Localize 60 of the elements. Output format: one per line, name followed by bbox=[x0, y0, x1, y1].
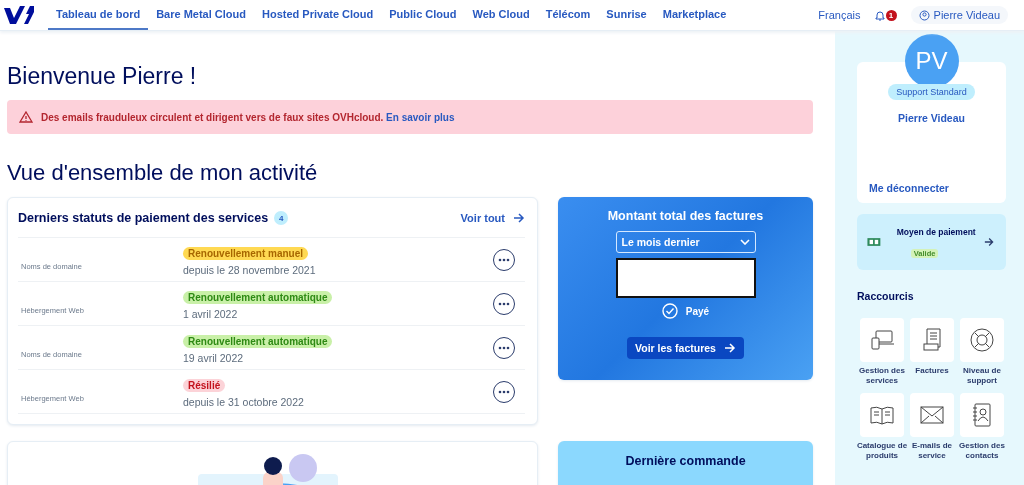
payment-status: Payé bbox=[685, 305, 710, 317]
welcome-heading: Bienvenue Pierre ! bbox=[7, 63, 198, 90]
status-date: 19 avril 2022 bbox=[183, 352, 245, 364]
arrow-icon bbox=[513, 213, 525, 223]
status-badge: Résilié bbox=[183, 379, 226, 392]
shortcut-label: E-mails de service bbox=[912, 440, 952, 462]
more-button[interactable] bbox=[493, 292, 515, 315]
status-date: 1 avril 2022 bbox=[183, 308, 239, 320]
nav-tab[interactable]: Public Cloud bbox=[381, 0, 465, 30]
card-title: Dernière commande bbox=[625, 454, 746, 470]
status-date: depuis le 28 novembre 2021 bbox=[183, 264, 317, 276]
notification-count: 1 bbox=[885, 9, 897, 21]
card-title: Montant total des factures bbox=[607, 209, 764, 223]
learn-more-link[interactable]: En savoir plus bbox=[386, 111, 455, 123]
shortcuts-heading: Raccourcis bbox=[857, 290, 915, 302]
user-icon bbox=[918, 9, 930, 21]
language-selector[interactable]: Français bbox=[818, 9, 861, 21]
more-icon bbox=[498, 345, 510, 350]
nav-tab[interactable]: Télécom bbox=[537, 0, 599, 30]
more-icon bbox=[498, 301, 510, 306]
user-name: Pierre Videau bbox=[898, 112, 965, 124]
user-menu[interactable]: Pierre Videau bbox=[910, 6, 1008, 24]
more-button[interactable] bbox=[493, 380, 515, 403]
nav-tab[interactable]: Web Cloud bbox=[464, 0, 538, 30]
card-icon bbox=[867, 237, 881, 247]
status-badge: Renouvellement manuel bbox=[183, 247, 309, 260]
logout-link[interactable]: Me déconnecter bbox=[869, 182, 949, 194]
shortcut-label: Niveau de support bbox=[963, 366, 1001, 387]
check-circle-icon bbox=[661, 303, 678, 319]
lifebuoy-icon bbox=[967, 325, 997, 355]
more-icon bbox=[498, 389, 510, 394]
shortcut-label: Gestion des contacts bbox=[959, 440, 1005, 462]
card-title: Moyen de paiement bbox=[896, 226, 976, 237]
more-button[interactable] bbox=[493, 248, 515, 271]
chevron-down-icon bbox=[739, 239, 750, 245]
shortcut-label: Factures bbox=[915, 366, 949, 377]
more-button[interactable] bbox=[493, 336, 515, 359]
period-dropdown[interactable]: Le mois dernier bbox=[615, 231, 756, 253]
nav-tab[interactable]: Marketplace bbox=[654, 0, 735, 30]
view-invoices-button[interactable]: Voir les factures bbox=[627, 337, 744, 359]
arrow-icon bbox=[723, 343, 736, 353]
logo-icon[interactable] bbox=[4, 6, 34, 24]
bell-icon[interactable] bbox=[874, 9, 885, 21]
warning-icon bbox=[19, 111, 33, 123]
section-heading: Vue d'ensemble de mon activité bbox=[7, 160, 319, 186]
status-date: depuis le 31 octobre 2022 bbox=[183, 396, 305, 408]
status-badge: Renouvellement automatique bbox=[183, 335, 333, 348]
count-badge: 4 bbox=[274, 211, 289, 225]
card-title: Derniers statuts de paiement des services bbox=[18, 211, 269, 225]
shortcut-label: Catalogue de produits bbox=[856, 440, 908, 462]
more-icon bbox=[498, 257, 510, 262]
nav-tab[interactable]: Hosted Private Cloud bbox=[254, 0, 382, 30]
shortcut-label: Gestion des services bbox=[859, 366, 905, 387]
nav-tab[interactable]: Bare Metal Cloud bbox=[148, 0, 254, 30]
support-level-badge: Support Standard bbox=[888, 84, 975, 100]
arrow-icon bbox=[983, 237, 994, 247]
nav-tab[interactable]: Sunrise bbox=[598, 0, 655, 30]
warning-message: Des emails frauduleux circulent et dirigent vers de faux sites OVHcloud. En savoir plus bbox=[41, 111, 455, 123]
see-all-link[interactable]: Voir tout bbox=[460, 212, 525, 224]
status-badge: Renouvellement automatique bbox=[183, 291, 333, 304]
